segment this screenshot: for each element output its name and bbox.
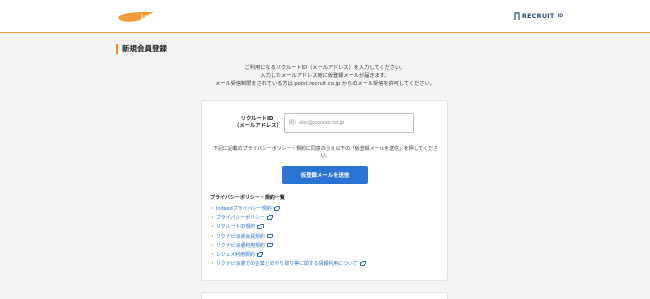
policy-link-label[interactable]: リクナビ派遣での企業とのやり取り等に関する情報利用について (216, 260, 358, 267)
bullet: ・ (210, 252, 215, 259)
external-link-icon (266, 233, 274, 239)
id-field-label: リクルートID （メールアドレス） (234, 116, 282, 130)
page-title: 新規会員登録 (122, 44, 167, 53)
secondary-card (201, 292, 448, 299)
external-link-icon (273, 206, 281, 211)
external-link-icon (359, 261, 366, 266)
external-link-icon (256, 252, 264, 257)
external-link-icon (266, 215, 274, 220)
site-header: リクナビ派遣 RECRUIT ID (0, 0, 650, 33)
policy-link-label[interactable]: Indeedプライバシー規約 (216, 205, 272, 212)
bullet: ・ (210, 242, 215, 249)
id-label-line-2: （メールアドレス） (234, 123, 282, 129)
policy-list-heading: プライバシーポリシー・規約一覧 (210, 195, 285, 201)
policy-link-resume-terms[interactable]: ・ レジュメ利用規約 (210, 250, 365, 259)
registration-card: リクルートID （メールアドレス） 下記に記載のプライバシーポリシー・規約に同意… (201, 100, 448, 281)
bullet: ・ (210, 233, 215, 240)
recruit-mark-icon (514, 12, 520, 20)
bullet: ・ (210, 224, 215, 231)
recruit-text: RECRUIT (521, 12, 555, 20)
policy-link-label[interactable]: リクルートID規約 (216, 223, 255, 230)
bullet: ・ (210, 261, 215, 268)
policy-link-label[interactable]: レジュメ利用規約 (216, 251, 255, 258)
policy-link-privacy-policy[interactable]: ・ プライバシーポリシー (210, 213, 365, 222)
send-temp-registration-button[interactable]: 仮登録メールを送信 (282, 166, 368, 184)
policy-link-list: ・ Indeedプライバシー規約 ・ プライバシーポリシー ・ リクルートID規… (210, 204, 366, 268)
policy-link-recruit-id-terms[interactable]: ・ リクルートID規約 (210, 222, 365, 231)
recruit-id-logo[interactable]: RECRUIT ID (514, 12, 563, 20)
title-accent-bar (116, 43, 118, 54)
policy-link-indeed-privacy[interactable]: ・ Indeedプライバシー規約 (210, 204, 365, 213)
policy-link-label[interactable]: リクナビ派遣利用規約 (216, 242, 265, 249)
rikunabi-haken-logo[interactable]: リクナビ派遣 (118, 10, 180, 24)
page-title-block: 新規会員登録 (116, 43, 167, 54)
policy-link-usage-terms[interactable]: ・ リクナビ派遣利用規約 (210, 241, 365, 250)
intro-text: ご利用になるリクルートID（メールアドレス）を入力してください。 入力したメール… (200, 64, 450, 88)
policy-link-member-terms[interactable]: ・ リクナビ派遣会員規約 (210, 232, 365, 241)
policy-link-label[interactable]: リクナビ派遣会員規約 (216, 233, 265, 240)
policy-link-label[interactable]: プライバシーポリシー (216, 214, 265, 221)
intro-line-3: メール受信制限をされている方は point.recruit.co.jp からのメ… (215, 81, 435, 87)
intro-line-2: 入力したメールアドレス宛に仮登録メールが届きます。 (260, 73, 390, 79)
bullet: ・ (210, 215, 215, 222)
external-link-icon (266, 242, 274, 248)
intro-line-1: ご利用になるリクルートID（メールアドレス）を入力してください。 (244, 65, 406, 71)
external-link-icon (257, 224, 264, 229)
policy-link-info-usage[interactable]: ・ リクナビ派遣での企業とのやり取り等に関する情報利用について (210, 259, 366, 268)
id-label-line-1: リクルートID (240, 116, 274, 122)
bullet: ・ (210, 206, 215, 213)
recruit-id-email-input[interactable] (284, 113, 414, 133)
agreement-notice: 下記に記載のプライバシーポリシー・規約に同意のうえ以下の「仮登録メールを送信」を… (213, 146, 438, 159)
recruit-id-text: ID (557, 13, 563, 19)
logo-text: リクナビ派遣 (140, 13, 180, 23)
